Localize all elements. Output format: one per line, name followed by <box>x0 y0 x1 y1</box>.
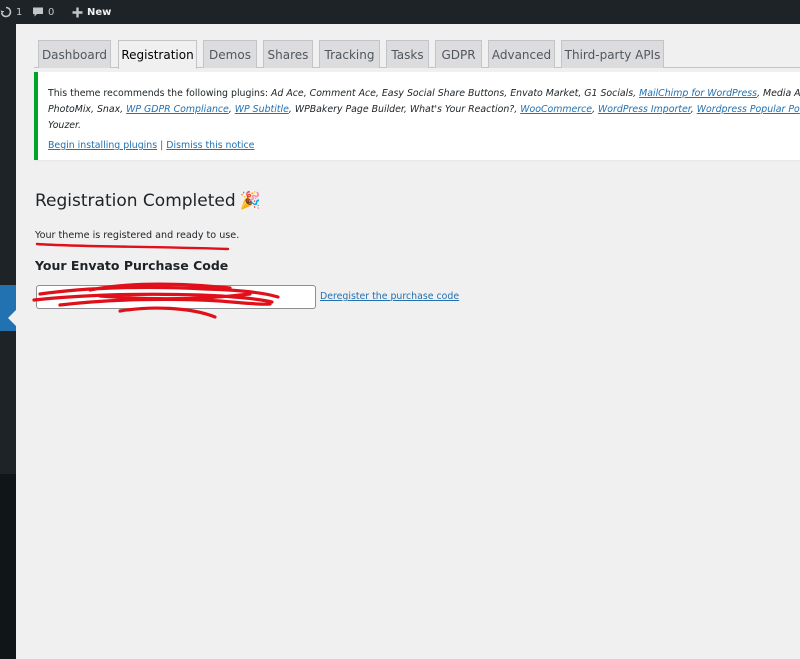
registration-title: Registration Completed <box>35 191 236 211</box>
new-label: New <box>87 6 112 18</box>
admin-sidebar <box>0 24 16 659</box>
begin-installing-plugins-link[interactable]: Begin installing plugins <box>48 140 157 151</box>
notice-line-3: Youzer. <box>48 120 82 131</box>
purchase-code-field[interactable] <box>36 285 316 309</box>
updates-count: 1 <box>16 6 23 18</box>
deregister-purchase-code-link[interactable]: Deregister the purchase code <box>320 291 459 302</box>
tab-demos[interactable]: Demos <box>203 40 257 68</box>
tab-dashboard[interactable]: Dashboard <box>38 40 111 68</box>
comment-icon <box>33 7 43 17</box>
current-menu-arrow-icon <box>8 310 16 326</box>
comments-menu[interactable]: 0 <box>32 0 54 24</box>
updates-icon <box>0 6 12 18</box>
tab-third-party-apis[interactable]: Third-party APIs <box>561 40 664 68</box>
plugin-link-mailchimp[interactable]: MailChimp for WordPress <box>639 88 757 99</box>
notice-intro: This theme recommends the following plug… <box>48 88 272 99</box>
page-title: Registration Completed 🎉 <box>35 191 261 211</box>
registration-status-text: Your theme is registered and ready to us… <box>35 230 240 241</box>
tab-shares[interactable]: Shares <box>263 40 313 68</box>
notice-plugin-list: Ad Ace, Comment Ace, Easy Social Share B… <box>271 88 640 99</box>
tab-registration[interactable]: Registration <box>118 40 197 69</box>
notice-line-2: PhotoMix, Snax, WP GDPR Compliance, WP S… <box>48 104 800 115</box>
notice-line-1: This theme recommends the following plug… <box>48 88 800 99</box>
plus-icon <box>72 7 83 17</box>
new-content-menu[interactable]: New <box>72 0 111 24</box>
purchase-code-heading: Your Envato Purchase Code <box>35 258 229 273</box>
comments-count: 0 <box>48 6 55 18</box>
plugin-link-wordpress-popular-posts[interactable]: Wordpress Popular Po <box>697 104 800 115</box>
plugin-link-wp-subtitle[interactable]: WP Subtitle <box>235 104 289 115</box>
admin-bar: 1 0 New <box>0 0 800 24</box>
notice-plugin-list: , Media Ace <box>757 88 800 99</box>
tab-advanced[interactable]: Advanced <box>488 40 555 68</box>
notice-actions: Begin installing plugins | Dismiss this no… <box>48 140 254 151</box>
updates-menu[interactable]: 1 <box>0 0 22 24</box>
tab-tracking[interactable]: Tracking <box>319 40 380 68</box>
plugin-link-wordpress-importer[interactable]: WordPress Importer <box>598 104 691 115</box>
status-underline-annotation <box>35 242 230 251</box>
notice-plugin-list: PhotoMix, Snax, <box>48 104 127 115</box>
party-popper-icon: 🎉 <box>239 191 261 211</box>
plugin-link-woocommerce[interactable]: WooCommerce <box>520 104 592 115</box>
dismiss-notice-link[interactable]: Dismiss this notice <box>166 140 254 151</box>
tab-gdpr[interactable]: GDPR <box>435 40 482 68</box>
tab-tasks[interactable]: Tasks <box>386 40 429 68</box>
notice-plugin-list: , WPBakery Page Builder, What's Your Rea… <box>288 104 521 115</box>
plugin-recommendation-notice: This theme recommends the following plug… <box>34 72 800 160</box>
plugin-link-wp-gdpr-compliance[interactable]: WP GDPR Compliance <box>126 104 229 115</box>
notice-action-separator: | <box>160 140 164 151</box>
sidebar-lower-area <box>0 474 16 659</box>
